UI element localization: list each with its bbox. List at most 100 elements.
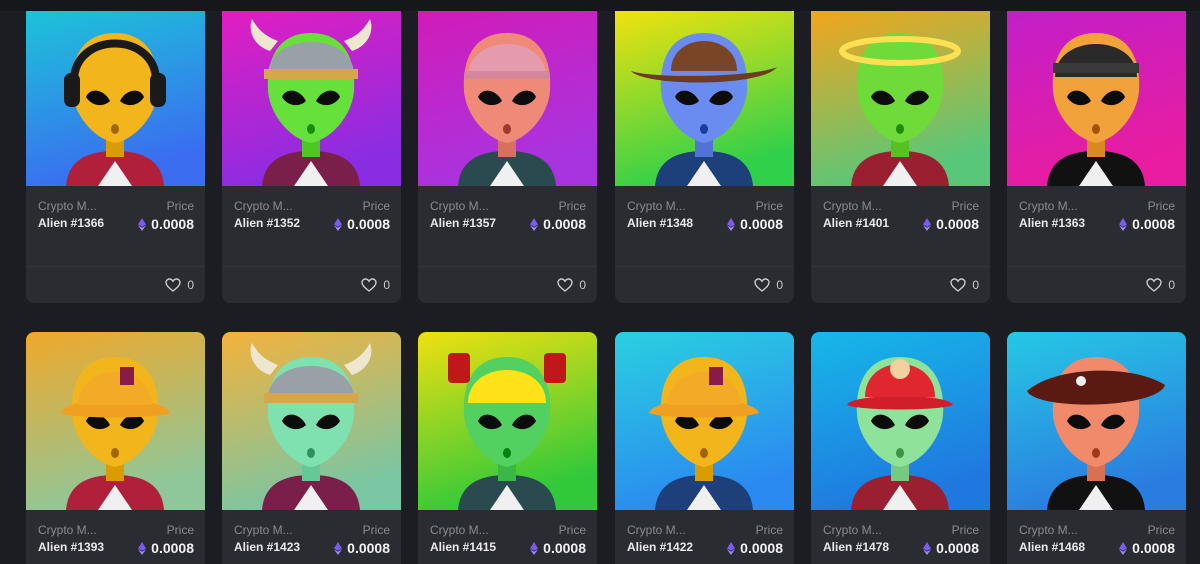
nft-name[interactable]: Alien #1393	[38, 540, 104, 554]
like-button[interactable]: 0	[950, 276, 979, 294]
price-label: Price	[755, 523, 783, 537]
price-label: Price	[558, 199, 586, 213]
price-label: Price	[362, 199, 390, 213]
collection-name[interactable]: Crypto M...	[234, 199, 293, 213]
nft-image[interactable]	[615, 332, 794, 510]
divider	[811, 266, 990, 267]
nft-card[interactable]: Crypto M... Price Alien #1422 0.0008	[615, 332, 794, 564]
eth-icon	[530, 542, 538, 555]
collection-name[interactable]: Crypto M...	[38, 523, 97, 537]
like-count: 0	[187, 278, 194, 292]
price-value: 0.0008	[543, 540, 586, 556]
nft-name[interactable]: Alien #1366	[38, 216, 104, 230]
nft-image[interactable]	[1007, 332, 1186, 510]
nft-card[interactable]: Crypto M... Price Alien #1363 0.0008 0	[1007, 11, 1186, 303]
nft-name[interactable]: Alien #1468	[1019, 540, 1085, 554]
like-button[interactable]: 0	[1146, 276, 1175, 294]
collection-name[interactable]: Crypto M...	[430, 523, 489, 537]
nft-grid: Crypto M... Price Alien #1366 0.0008 0 C…	[0, 0, 1200, 564]
collection-name[interactable]: Crypto M...	[627, 523, 686, 537]
collection-name[interactable]: Crypto M...	[1019, 199, 1078, 213]
like-button[interactable]: 0	[165, 276, 194, 294]
nft-image[interactable]	[222, 11, 401, 186]
nft-name[interactable]: Alien #1415	[430, 540, 496, 554]
heart-icon	[361, 278, 378, 292]
like-button[interactable]: 0	[557, 276, 586, 294]
nft-image[interactable]	[222, 332, 401, 510]
price-value: 0.0008	[347, 540, 390, 556]
collection-name[interactable]: Crypto M...	[1019, 523, 1078, 537]
divider	[26, 266, 205, 267]
collection-name[interactable]: Crypto M...	[627, 199, 686, 213]
nft-image[interactable]	[811, 11, 990, 186]
nft-image[interactable]	[26, 11, 205, 186]
nft-image[interactable]	[418, 332, 597, 510]
collection-name[interactable]: Crypto M...	[823, 523, 882, 537]
nft-name[interactable]: Alien #1352	[234, 216, 300, 230]
like-count: 0	[972, 278, 979, 292]
heart-icon	[754, 278, 771, 292]
divider	[418, 266, 597, 267]
nft-image[interactable]	[1007, 11, 1186, 186]
nft-card[interactable]: Crypto M... Price Alien #1352 0.0008 0	[222, 11, 401, 303]
collection-name[interactable]: Crypto M...	[38, 199, 97, 213]
price-label: Price	[951, 523, 979, 537]
nft-card[interactable]: Crypto M... Price Alien #1401 0.0008 0	[811, 11, 990, 303]
heart-icon	[165, 278, 182, 292]
like-count: 0	[383, 278, 390, 292]
heart-icon	[950, 278, 967, 292]
divider	[615, 266, 794, 267]
nft-card[interactable]: Crypto M... Price Alien #1357 0.0008 0	[418, 11, 597, 303]
like-count: 0	[776, 278, 783, 292]
nft-card[interactable]: Crypto M... Price Alien #1423 0.0008	[222, 332, 401, 564]
price-value: 0.0008	[936, 216, 979, 232]
divider	[1007, 266, 1186, 267]
nft-card[interactable]: Crypto M... Price Alien #1478 0.0008	[811, 332, 990, 564]
price-label: Price	[1147, 199, 1175, 213]
eth-icon	[923, 218, 931, 231]
eth-icon	[923, 542, 931, 555]
price-value: 0.0008	[1132, 216, 1175, 232]
nft-name[interactable]: Alien #1401	[823, 216, 889, 230]
price-label: Price	[166, 199, 194, 213]
heart-icon	[557, 278, 574, 292]
price-label: Price	[558, 523, 586, 537]
price-label: Price	[755, 199, 783, 213]
nft-name[interactable]: Alien #1363	[1019, 216, 1085, 230]
nft-card[interactable]: Crypto M... Price Alien #1468 0.0008	[1007, 332, 1186, 564]
price-value: 0.0008	[1132, 540, 1175, 556]
eth-icon	[530, 218, 538, 231]
nft-image[interactable]	[811, 332, 990, 510]
eth-icon	[727, 218, 735, 231]
nft-name[interactable]: Alien #1423	[234, 540, 300, 554]
eth-icon	[727, 542, 735, 555]
nft-card[interactable]: Crypto M... Price Alien #1415 0.0008	[418, 332, 597, 564]
eth-icon	[1119, 542, 1127, 555]
like-button[interactable]: 0	[361, 276, 390, 294]
heart-icon	[1146, 278, 1163, 292]
price-value: 0.0008	[543, 216, 586, 232]
eth-icon	[1119, 218, 1127, 231]
eth-icon	[334, 542, 342, 555]
price-label: Price	[951, 199, 979, 213]
collection-name[interactable]: Crypto M...	[823, 199, 882, 213]
nft-name[interactable]: Alien #1478	[823, 540, 889, 554]
nft-name[interactable]: Alien #1357	[430, 216, 496, 230]
nft-card[interactable]: Crypto M... Price Alien #1393 0.0008	[26, 332, 205, 564]
nft-card[interactable]: Crypto M... Price Alien #1366 0.0008 0	[26, 11, 205, 303]
nft-image[interactable]	[26, 332, 205, 510]
collection-name[interactable]: Crypto M...	[430, 199, 489, 213]
nft-name[interactable]: Alien #1422	[627, 540, 693, 554]
price-value: 0.0008	[936, 540, 979, 556]
nft-image[interactable]	[418, 11, 597, 186]
nft-card[interactable]: Crypto M... Price Alien #1348 0.0008 0	[615, 11, 794, 303]
nft-name[interactable]: Alien #1348	[627, 216, 693, 230]
collection-name[interactable]: Crypto M...	[234, 523, 293, 537]
eth-icon	[334, 218, 342, 231]
price-label: Price	[1147, 523, 1175, 537]
price-label: Price	[166, 523, 194, 537]
like-button[interactable]: 0	[754, 276, 783, 294]
like-count: 0	[579, 278, 586, 292]
nft-image[interactable]	[615, 11, 794, 186]
eth-icon	[138, 218, 146, 231]
